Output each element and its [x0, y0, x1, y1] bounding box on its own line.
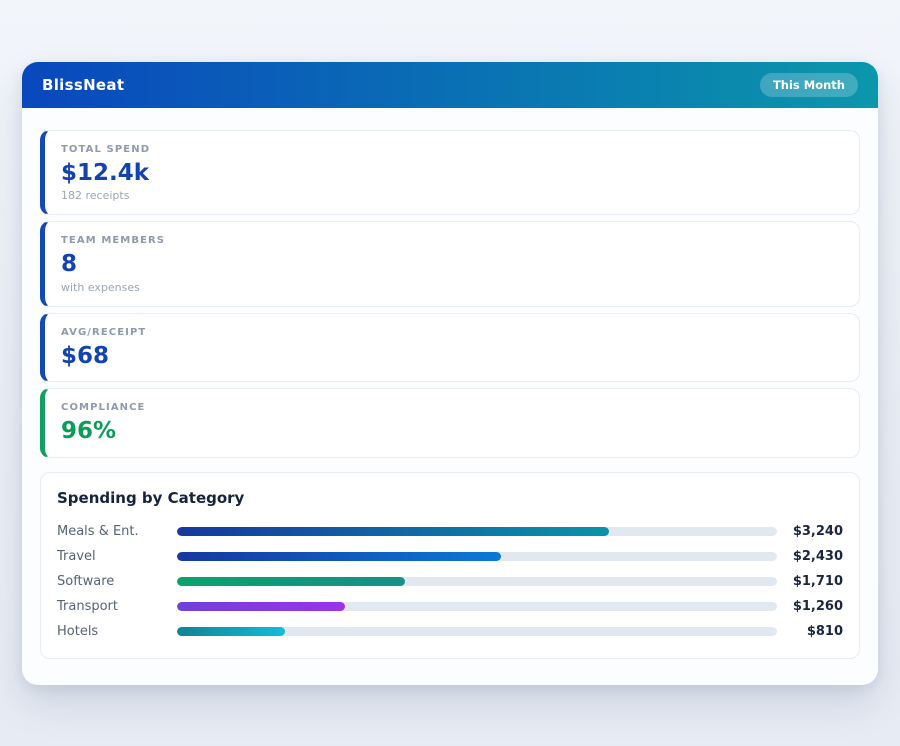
category-value: $3,240: [777, 524, 843, 539]
chart-row-transport: Transport $1,260: [57, 594, 843, 619]
chart-row-software: Software $1,710: [57, 569, 843, 594]
bar-fill-meals: [177, 527, 609, 536]
category-value: $2,430: [777, 549, 843, 564]
bar-track: [177, 527, 777, 536]
stat-card-avg-receipt: AVG/RECEIPT $68: [40, 313, 860, 382]
bar-track: [177, 627, 777, 636]
stat-value: $12.4k: [61, 160, 843, 186]
bar-fill-hotels: [177, 627, 285, 636]
panel-body: TOTAL SPEND $12.4k 182 receipts TEAM MEM…: [22, 108, 878, 685]
stat-subtext: with expenses: [61, 281, 843, 294]
app-panel: BlissNeat This Month TOTAL SPEND $12.4k …: [22, 62, 878, 685]
period-badge-button[interactable]: This Month: [760, 73, 858, 97]
bar-track: [177, 577, 777, 586]
bar-fill-travel: [177, 552, 501, 561]
category-value: $1,260: [777, 599, 843, 614]
category-label: Meals & Ent.: [57, 524, 177, 539]
app-title: BlissNeat: [42, 76, 124, 94]
stat-card-team-members: TEAM MEMBERS 8 with expenses: [40, 221, 860, 306]
stat-label: TOTAL SPEND: [61, 144, 843, 155]
chart-row-meals: Meals & Ent. $3,240: [57, 519, 843, 544]
chart-title: Spending by Category: [57, 489, 843, 507]
bar-fill-software: [177, 577, 405, 586]
stat-label: COMPLIANCE: [61, 402, 843, 413]
bar-track: [177, 552, 777, 561]
chart-row-travel: Travel $2,430: [57, 544, 843, 569]
category-value: $810: [777, 624, 843, 639]
stat-card-compliance: COMPLIANCE 96%: [40, 388, 860, 457]
stat-label: AVG/RECEIPT: [61, 327, 843, 338]
stat-subtext: 182 receipts: [61, 189, 843, 202]
stat-label: TEAM MEMBERS: [61, 235, 843, 246]
category-label: Transport: [57, 599, 177, 614]
spending-by-category-chart: Spending by Category Meals & Ent. $3,240…: [40, 472, 860, 659]
bar-fill-transport: [177, 602, 345, 611]
stat-value: 96%: [61, 418, 843, 444]
chart-row-hotels: Hotels $810: [57, 619, 843, 644]
app-header: BlissNeat This Month: [22, 62, 878, 108]
bar-track: [177, 602, 777, 611]
category-label: Travel: [57, 549, 177, 564]
category-value: $1,710: [777, 574, 843, 589]
stat-value: 8: [61, 251, 843, 277]
category-label: Hotels: [57, 624, 177, 639]
stat-card-total-spend: TOTAL SPEND $12.4k 182 receipts: [40, 130, 860, 215]
category-label: Software: [57, 574, 177, 589]
stat-value: $68: [61, 343, 843, 369]
